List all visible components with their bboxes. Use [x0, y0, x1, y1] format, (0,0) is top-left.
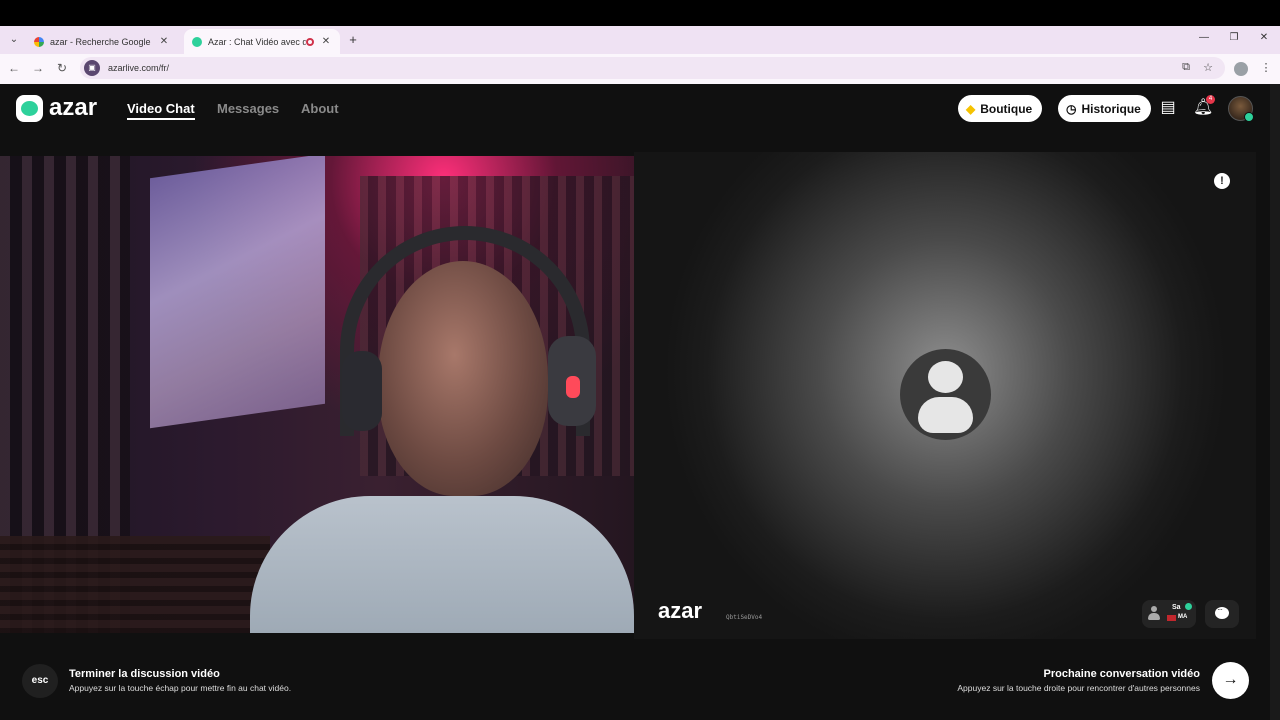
tab-google[interactable]: azar - Recherche Google ✕ [26, 29, 178, 54]
mouse-cursor: ➚ [1222, 681, 1231, 692]
history-button[interactable]: ◷ Historique [1058, 95, 1151, 122]
azar-app: azar Video Chat Messages About ◆ Boutiqu… [0, 84, 1270, 720]
peer-country: MA [1178, 614, 1188, 620]
user-icon [900, 349, 991, 440]
forward-icon[interactable]: → [30, 61, 46, 75]
scrollbar[interactable] [1270, 84, 1280, 720]
browser-chrome: ⌄ azar - Recherche Google ✕ Azar : Chat … [0, 26, 1280, 84]
recording-icon [306, 37, 314, 46]
shop-button[interactable]: ◆ Boutique [958, 95, 1043, 122]
peer-profile-chip[interactable]: Sa MA [1142, 600, 1196, 628]
close-icon[interactable]: ✕ [158, 36, 170, 47]
nav-messages[interactable]: Messages [217, 101, 279, 116]
chat-icon [1215, 605, 1229, 619]
headset-earcup-right [548, 336, 596, 426]
watermark-id: QbtiSeDVo4 [726, 614, 763, 621]
watermark-logo: azar [658, 598, 703, 623]
desk [0, 536, 270, 633]
headset-earcup-left [342, 351, 382, 431]
peer-name: Sa [1172, 604, 1181, 611]
logo-text[interactable]: azar [49, 94, 97, 122]
close-icon[interactable]: ✕ [320, 36, 332, 47]
browser-profile-icon[interactable] [1234, 62, 1248, 76]
end-chat-button[interactable]: esc [22, 664, 58, 698]
local-video-feed [0, 156, 634, 633]
screen-letterbox [0, 0, 1280, 26]
end-chat-title: Terminer la discussion vidéo [69, 668, 220, 680]
avatar-status-badge [1244, 112, 1254, 122]
wall-poster [150, 156, 325, 429]
tab-azar[interactable]: Azar : Chat Vidéo avec de n ✕ [184, 29, 340, 54]
menu-kebab-icon[interactable]: ⋮ [1258, 61, 1274, 74]
url-text[interactable]: azarlive.com/fr/ [108, 63, 169, 73]
window-close-icon[interactable]: ✕ [1256, 32, 1272, 43]
install-icon[interactable]: ⧉ [1178, 61, 1194, 74]
browser-toolbar: ← → ↻ ▣ azarlive.com/fr/ ⧉ ☆ ⋮ [0, 54, 1280, 84]
next-chat-hint: Appuyez sur la touche droite pour rencon… [957, 683, 1200, 693]
reload-icon[interactable]: ↻ [54, 61, 70, 75]
google-favicon-icon [34, 36, 44, 47]
new-tab-button[interactable]: + [346, 32, 360, 47]
shop-label: Boutique [980, 101, 1033, 116]
next-chat-title: Prochaine conversation vidéo [1043, 668, 1201, 680]
clock-icon: ◷ [1066, 101, 1077, 116]
notification-badge: 4 [1206, 95, 1215, 104]
tab-title: Azar : Chat Vidéo avec de n [208, 36, 306, 47]
nav-about[interactable]: About [301, 101, 339, 116]
tab-title: azar - Recherche Google [50, 36, 151, 47]
azar-favicon-icon [192, 36, 202, 47]
back-icon[interactable]: ← [6, 61, 22, 75]
verified-icon [1185, 603, 1192, 610]
tab-search-icon[interactable]: ⌄ [6, 32, 22, 48]
remote-video-feed: ! azar QbtiSeDVo4 Sa MA [634, 152, 1256, 639]
address-bar[interactable]: ▣ azarlive.com/fr/ [80, 57, 1225, 79]
person-sweater [250, 496, 634, 633]
user-icon [1148, 606, 1160, 620]
flag-icon [1167, 615, 1176, 621]
site-info-icon[interactable]: ▣ [84, 60, 100, 76]
tab-strip: ⌄ azar - Recherche Google ✕ Azar : Chat … [0, 26, 1280, 54]
report-icon[interactable]: ! [1214, 173, 1230, 189]
chat-button[interactable] [1205, 600, 1239, 628]
restore-icon[interactable]: ❐ [1226, 32, 1242, 43]
end-chat-hint: Appuyez sur la touche échap pour mettre … [69, 683, 292, 693]
nav-video-chat[interactable]: Video Chat [127, 101, 195, 120]
store-icon[interactable]: ▤ [1158, 97, 1178, 117]
bookmark-star-icon[interactable]: ☆ [1200, 61, 1216, 74]
azar-logo-icon[interactable] [16, 95, 43, 122]
app-header: azar Video Chat Messages About ◆ Boutiqu… [0, 84, 1270, 132]
minimize-icon[interactable]: — [1196, 32, 1212, 43]
diamond-icon: ◆ [966, 101, 976, 116]
history-label: Historique [1081, 101, 1141, 116]
